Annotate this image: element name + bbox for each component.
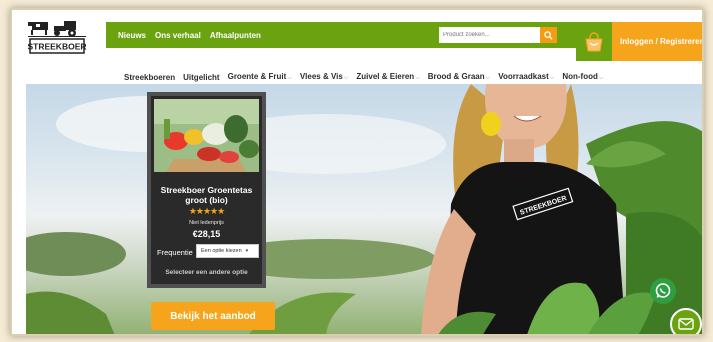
category-label: Voorraadkast [498,72,549,81]
category-label: Uitgelicht [183,72,220,82]
search-bar [439,27,557,43]
frequency-select-value: Een optie kiezen [201,248,242,254]
chevron-down-icon: ⌵ [415,75,420,81]
frequency-select[interactable]: Een optie kiezen ▾ [196,244,259,258]
logo-tractor-icon: STREEKBOER [27,21,87,54]
product-image[interactable] [154,99,259,172]
view-offer-button[interactable]: Bekijk het aanbod [151,302,275,330]
category-label: Brood & Graan [427,72,485,81]
nav-afhaalpunten[interactable]: Afhaalpunten [210,31,261,40]
cart-button[interactable] [576,22,612,61]
category-label: Vlees & Vis [299,72,343,81]
chevron-down-icon: ▾ [245,248,249,254]
price-note: Niet ledenprijs [189,220,224,226]
browser-viewport: STREEKBOER Nieuws Ons verhaal Afhaalpunt… [10,8,704,336]
nav-nieuws[interactable]: Nieuws [118,31,146,40]
contact-mail-button[interactable] [670,308,702,334]
chevron-down-icon: ⌵ [287,75,292,81]
select-other-option-link[interactable]: Selecteer een andere optie [151,269,262,276]
search-icon [544,30,553,40]
category-zuivel-eieren[interactable]: Zuivel & Eieren⌵ [356,72,419,82]
category-vlees-vis[interactable]: Vlees & Vis⌵ [300,72,349,82]
search-button[interactable] [540,27,557,43]
rating-stars: ★★★★★ [188,207,225,217]
site-header: STREEKBOER Nieuws Ons verhaal Afhaalpunt… [12,10,702,82]
category-non-food[interactable]: Non-food⌵ [562,72,603,82]
category-streekboeren[interactable]: Streekboeren [124,73,175,82]
whatsapp-icon [655,283,671,298]
svg-text:STREEKBOER: STREEKBOER [27,42,86,52]
login-bar: Inloggen / Registreren [612,22,702,61]
category-groente-fruit[interactable]: Groente & Fruit⌵ [228,72,292,82]
product-title[interactable]: Streekboer Groentetas groot (bio) [151,185,262,205]
product-price: €28,15 [192,229,221,239]
nav-ons-verhaal[interactable]: Ons verhaal [155,31,201,40]
search-input[interactable] [439,27,540,43]
chevron-down-icon: ⌵ [598,75,604,81]
category-nav: Streekboeren Uitgelicht Groente & Fruit⌵… [124,70,603,84]
hero-banner: STREEKBOER [26,84,702,334]
top-green-bar: Nieuws Ons verhaal Afhaalpunten [106,22,576,48]
category-uitgelicht[interactable]: Uitgelicht [183,73,219,82]
chevron-down-icon: ⌵ [485,75,491,81]
category-label: Non-food [562,72,598,81]
category-brood-graan[interactable]: Brood & Graan⌵ [428,72,490,82]
category-voorraadkast[interactable]: Voorraadkast⌵ [498,72,554,82]
shopping-bag-icon [585,31,603,51]
frequency-label: Frequentie [157,248,193,257]
chevron-down-icon: ⌵ [343,75,349,81]
vegetables-image [154,99,259,172]
whatsapp-button[interactable] [650,278,676,304]
hero-photo-farmer-illustration: STREEKBOER [26,84,702,334]
top-nav: Nieuws Ons verhaal Afhaalpunten [118,22,261,48]
site-logo[interactable]: STREEKBOER [26,18,90,60]
mail-icon [678,318,694,330]
login-register-link[interactable]: Inloggen / Registreren [620,37,702,46]
category-label: Zuivel & Eieren [356,72,415,81]
category-label: Groente & Fruit [227,72,287,81]
chevron-down-icon: ⌵ [549,75,555,81]
category-label: Streekboeren [124,72,176,82]
product-card: Streekboer Groentetas groot (bio) ★★★★★ … [147,92,266,288]
